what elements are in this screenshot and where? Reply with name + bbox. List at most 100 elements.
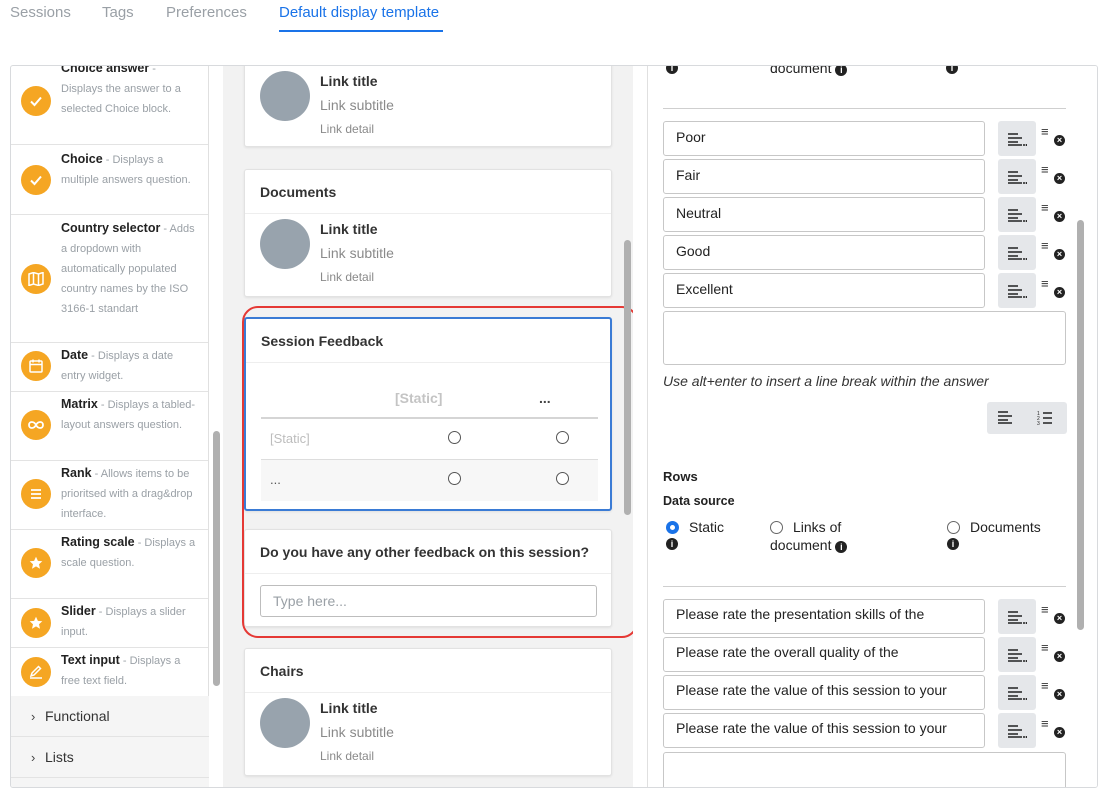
palette-item-name: Country selector: [61, 221, 161, 235]
rows-label: Rows: [663, 469, 698, 484]
settings-scrollbar[interactable]: [1077, 220, 1084, 630]
align-left-icon: [1008, 208, 1027, 222]
palette-item-choice-answer[interactable]: Choice answer - Displays the answer to a…: [11, 66, 208, 145]
preview-scrollbar[interactable]: [624, 240, 631, 515]
palette-item-matrix[interactable]: Matrix - Displays a tabled-layout answer…: [11, 392, 208, 461]
tab-preferences[interactable]: Preferences: [166, 4, 247, 21]
delete-icon[interactable]: ×: [1054, 249, 1065, 260]
delete-icon[interactable]: ×: [1054, 211, 1065, 222]
link-subtitle: Link subtitle: [320, 97, 394, 113]
palette-item-name: Choice answer: [61, 66, 150, 75]
palette-item-text-input[interactable]: Text input - Displays a free text field.: [11, 648, 208, 696]
radio-selected[interactable]: [666, 521, 679, 534]
new-row-textarea[interactable]: [663, 752, 1066, 787]
align-left-icon: [1008, 724, 1027, 738]
answer-input[interactable]: Fair: [663, 159, 985, 194]
palette-item-name: Matrix: [61, 397, 98, 411]
info-icon[interactable]: i: [666, 66, 678, 74]
row-input[interactable]: Please rate the presentation skills of t…: [663, 599, 985, 634]
card-title: Chairs: [245, 649, 611, 693]
group-functional[interactable]: › Functional: [11, 696, 209, 737]
palette-item-country-selector[interactable]: Country selector - Adds a dropdown with …: [11, 215, 208, 343]
data-source-static[interactable]: Static: [666, 519, 724, 535]
info-icon[interactable]: i: [666, 538, 678, 550]
format-button[interactable]: [998, 675, 1036, 710]
data-source-documents[interactable]: Documents: [947, 519, 1041, 535]
avatar: [260, 698, 310, 748]
palette-scrollbar[interactable]: [213, 431, 220, 686]
format-button[interactable]: [998, 599, 1036, 634]
calendar-icon: [21, 351, 51, 381]
delete-icon[interactable]: ×: [1054, 727, 1065, 738]
svg-text:3: 3: [1037, 421, 1040, 426]
map-icon: [21, 264, 51, 294]
link-subtitle: Link subtitle: [320, 245, 394, 261]
info-icon[interactable]: i: [947, 538, 959, 550]
palette-item-rank[interactable]: Rank - Allows items to be prioritsed wit…: [11, 461, 208, 530]
group-lists[interactable]: › Lists: [11, 737, 209, 778]
lines-icon: [21, 479, 51, 509]
active-tab-indicator: [279, 30, 443, 32]
delete-icon[interactable]: ×: [1054, 689, 1065, 700]
answer-input[interactable]: Poor: [663, 121, 985, 156]
format-button[interactable]: [998, 159, 1036, 194]
row-input[interactable]: Please rate the value of this session to…: [663, 675, 985, 710]
row-input[interactable]: Please rate the value of this session to…: [663, 713, 985, 748]
format-button[interactable]: [998, 273, 1036, 308]
info-icon[interactable]: i: [835, 66, 848, 76]
palette-item-name: Text input: [61, 653, 120, 667]
info-icon[interactable]: i: [946, 66, 958, 74]
info-icon[interactable]: i: [835, 541, 848, 553]
star-icon: [21, 608, 51, 638]
link-title: Link title: [320, 221, 378, 237]
group-partial: [11, 778, 209, 787]
tab-sessions[interactable]: Sessions: [10, 4, 71, 21]
data-source-links-of-document[interactable]: Links of: [770, 519, 841, 535]
new-answer-textarea[interactable]: [663, 311, 1066, 365]
align-left-icon[interactable]: [997, 410, 1013, 429]
line-break-hint: Use alt+enter to insert a line break wit…: [663, 373, 989, 389]
answer-input[interactable]: Excellent: [663, 273, 985, 308]
palette-item-date[interactable]: Date - Displays a date entry widget.: [11, 343, 208, 392]
infinity-icon: [21, 410, 51, 440]
tab-default-display-template[interactable]: Default display template: [279, 4, 439, 21]
link-card[interactable]: Link title Link subtitle Link detail: [244, 66, 612, 147]
group-label: Lists: [45, 749, 74, 765]
avatar: [260, 71, 310, 121]
link-detail: Link detail: [320, 270, 375, 284]
palette-item-name: Choice: [61, 152, 103, 166]
format-button[interactable]: [998, 637, 1036, 672]
divider: [663, 586, 1066, 587]
documents-card[interactable]: Documents Link title Link subtitle Link …: [244, 169, 612, 297]
format-button[interactable]: [998, 121, 1036, 156]
answer-input[interactable]: Neutral: [663, 197, 985, 232]
palette-item-choice[interactable]: Choice - Displays a multiple answers que…: [11, 145, 208, 215]
delete-icon[interactable]: ×: [1054, 651, 1065, 662]
palette-item-rating-scale[interactable]: Rating scale - Displays a scale question…: [11, 530, 208, 599]
format-button[interactable]: [998, 197, 1036, 232]
align-left-icon: [1008, 246, 1027, 260]
row-input[interactable]: Please rate the overall quality of the: [663, 637, 985, 672]
align-left-icon: [1008, 132, 1027, 146]
palette-item-desc: Adds a dropdown with automatically popul…: [61, 223, 195, 315]
radio[interactable]: [770, 521, 783, 534]
palette-item-name: Rank: [61, 466, 92, 480]
tab-tags[interactable]: Tags: [102, 4, 134, 21]
radio[interactable]: [947, 521, 960, 534]
chairs-card[interactable]: Chairs Link title Link subtitle Link det…: [244, 648, 612, 776]
link-subtitle: Link subtitle: [320, 724, 394, 740]
delete-icon[interactable]: ×: [1054, 287, 1065, 298]
palette-item-desc: Displays the answer to a selected Choice…: [61, 83, 181, 115]
highlight-outline: [242, 306, 633, 638]
format-button[interactable]: [998, 235, 1036, 270]
answer-input[interactable]: Good: [663, 235, 985, 270]
delete-icon[interactable]: ×: [1054, 173, 1065, 184]
delete-icon[interactable]: ×: [1054, 135, 1065, 146]
delete-icon[interactable]: ×: [1054, 613, 1065, 624]
format-button[interactable]: [998, 713, 1036, 748]
numbered-list-icon[interactable]: 123: [1037, 410, 1053, 431]
align-left-icon: [1008, 648, 1027, 662]
star-icon: [21, 548, 51, 578]
palette-item-slider[interactable]: Slider - Displays a slider input.: [11, 599, 208, 648]
palette-item-name: Rating scale: [61, 535, 135, 549]
